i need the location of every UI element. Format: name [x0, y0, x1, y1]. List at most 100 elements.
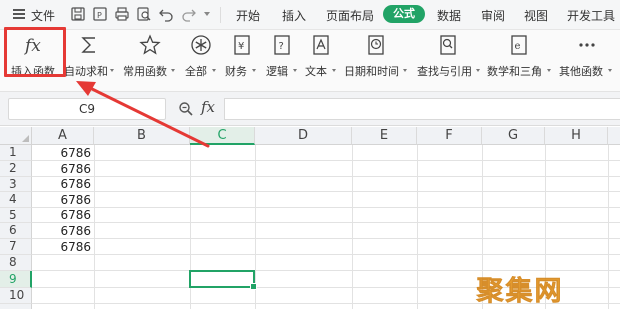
tab-data[interactable]: 数据 [437, 7, 461, 24]
gridline [32, 238, 620, 239]
all-functions-dropdown-icon[interactable] [212, 69, 216, 72]
name-box[interactable]: C9 [8, 98, 166, 120]
column-header-g[interactable]: G [482, 127, 545, 145]
file-menu[interactable]: 文件 [31, 7, 55, 24]
tab-home[interactable]: 开始 [236, 7, 260, 24]
column-header-f[interactable]: F [417, 127, 482, 145]
more-functions-label: 其他函数 [559, 65, 603, 78]
gridline [32, 207, 620, 208]
gridline [32, 160, 620, 161]
row-header-10[interactable]: 10 [0, 288, 32, 304]
date-time-label: 日期和时间 [344, 65, 399, 78]
tab-developer[interactable]: 开发工具 [567, 7, 615, 24]
lookup-reference-label: 查找与引用 [417, 65, 472, 78]
row-header-6[interactable]: 6 [0, 223, 32, 239]
zoom-search-icon[interactable] [178, 101, 194, 117]
date-time-dropdown-icon[interactable] [403, 69, 407, 72]
svg-text:?: ? [279, 41, 284, 52]
gridline [482, 145, 483, 309]
print-preview-icon[interactable] [136, 6, 152, 22]
tab-review[interactable]: 审阅 [481, 7, 505, 24]
autosum-label: 自动求和 [64, 65, 108, 78]
tab-page-layout[interactable]: 页面布局 [326, 7, 374, 24]
menu-divider [220, 7, 221, 23]
logical-dropdown-icon[interactable] [293, 69, 297, 72]
column-header-partial[interactable] [608, 127, 620, 145]
financial-label: 财务 [225, 65, 247, 78]
tab-insert[interactable]: 插入 [282, 7, 306, 24]
cell-a7[interactable]: 6786 [33, 240, 94, 254]
question-book-icon: ? [271, 34, 293, 56]
row-header-9[interactable]: 9 [0, 271, 32, 288]
save-icon[interactable] [70, 6, 86, 22]
formulas-ribbon: fx 插入函数 自动求和 常用函数 全部 ¥ 财务 ? 逻辑 文本 日期和时间 … [0, 30, 620, 92]
tab-view[interactable]: 视图 [524, 7, 548, 24]
svg-text:¥: ¥ [238, 41, 244, 52]
star-icon [139, 34, 161, 56]
redo-icon[interactable] [181, 6, 197, 22]
print-icon[interactable] [114, 6, 130, 22]
gridline [32, 254, 620, 255]
sigma-icon [78, 34, 100, 56]
row-header-8[interactable]: 8 [0, 255, 32, 271]
row-header-2[interactable]: 2 [0, 161, 32, 177]
text-a-book-icon [310, 34, 332, 56]
gridline [608, 145, 609, 309]
row-header-7[interactable]: 7 [0, 239, 32, 255]
column-header-a[interactable]: A [32, 127, 94, 145]
cell-a6[interactable]: 6786 [33, 224, 94, 238]
gridline [545, 145, 546, 309]
search-book-icon [437, 34, 459, 56]
row-header-5[interactable]: 5 [0, 208, 32, 223]
gridline [32, 222, 620, 223]
svg-text:P: P [97, 11, 102, 20]
hamburger-menu-icon[interactable] [13, 9, 25, 19]
text-functions-dropdown-icon[interactable] [332, 69, 336, 72]
math-trig-dropdown-icon[interactable] [547, 69, 551, 72]
gridline [32, 303, 620, 304]
common-functions-dropdown-icon[interactable] [171, 69, 175, 72]
gridline [94, 145, 95, 309]
tab-formulas[interactable]: 公式 [383, 5, 425, 23]
more-functions-dropdown-icon[interactable] [608, 69, 612, 72]
clock-book-icon [365, 34, 387, 56]
all-functions-label: 全部 [185, 65, 207, 78]
selected-cell-c9[interactable] [189, 270, 257, 290]
annotation-highlight-box [4, 27, 66, 77]
row-header-partial[interactable] [0, 304, 32, 309]
column-header-b[interactable]: B [94, 127, 190, 145]
autosum-dropdown-icon[interactable] [110, 69, 114, 72]
column-header-e[interactable]: E [352, 127, 417, 145]
financial-dropdown-icon[interactable] [252, 69, 256, 72]
cell-a2[interactable]: 6786 [33, 162, 94, 176]
gridline [417, 145, 418, 309]
math-trig-label: 数学和三角 [487, 65, 542, 78]
row-header-3[interactable]: 3 [0, 177, 32, 192]
cell-a4[interactable]: 6786 [33, 193, 94, 207]
gridline [32, 287, 620, 288]
fx-insert-function-icon[interactable]: fx [201, 98, 215, 116]
gridline [32, 176, 620, 177]
lookup-reference-dropdown-icon[interactable] [476, 69, 480, 72]
select-all-corner[interactable] [0, 127, 32, 145]
undo-icon[interactable] [158, 6, 174, 22]
quick-access-dropdown-icon[interactable] [204, 12, 210, 16]
theta-book-icon: e [508, 34, 530, 56]
formula-input[interactable] [224, 98, 620, 120]
column-header-d[interactable]: D [255, 127, 352, 145]
svg-text:e: e [515, 41, 521, 52]
cell-a3[interactable]: 6786 [33, 177, 94, 191]
cell-a5[interactable]: 6786 [33, 208, 94, 222]
text-functions-label: 文本 [305, 65, 327, 78]
row-header-4[interactable]: 4 [0, 192, 32, 208]
common-functions-label: 常用函数 [123, 65, 167, 78]
menu-bar: 文件 P 开始 插入 页面布局 公式 数据 审阅 视图 开发工具 [0, 0, 620, 30]
column-header-h[interactable]: H [545, 127, 608, 145]
more-dots-icon [576, 34, 598, 56]
logical-label: 逻辑 [266, 65, 288, 78]
export-icon[interactable]: P [92, 6, 108, 22]
cell-a1[interactable]: 6786 [33, 146, 94, 160]
column-header-c[interactable]: C [190, 127, 255, 145]
formula-bar: C9 fx [0, 92, 620, 126]
row-header-1[interactable]: 1 [0, 145, 32, 161]
